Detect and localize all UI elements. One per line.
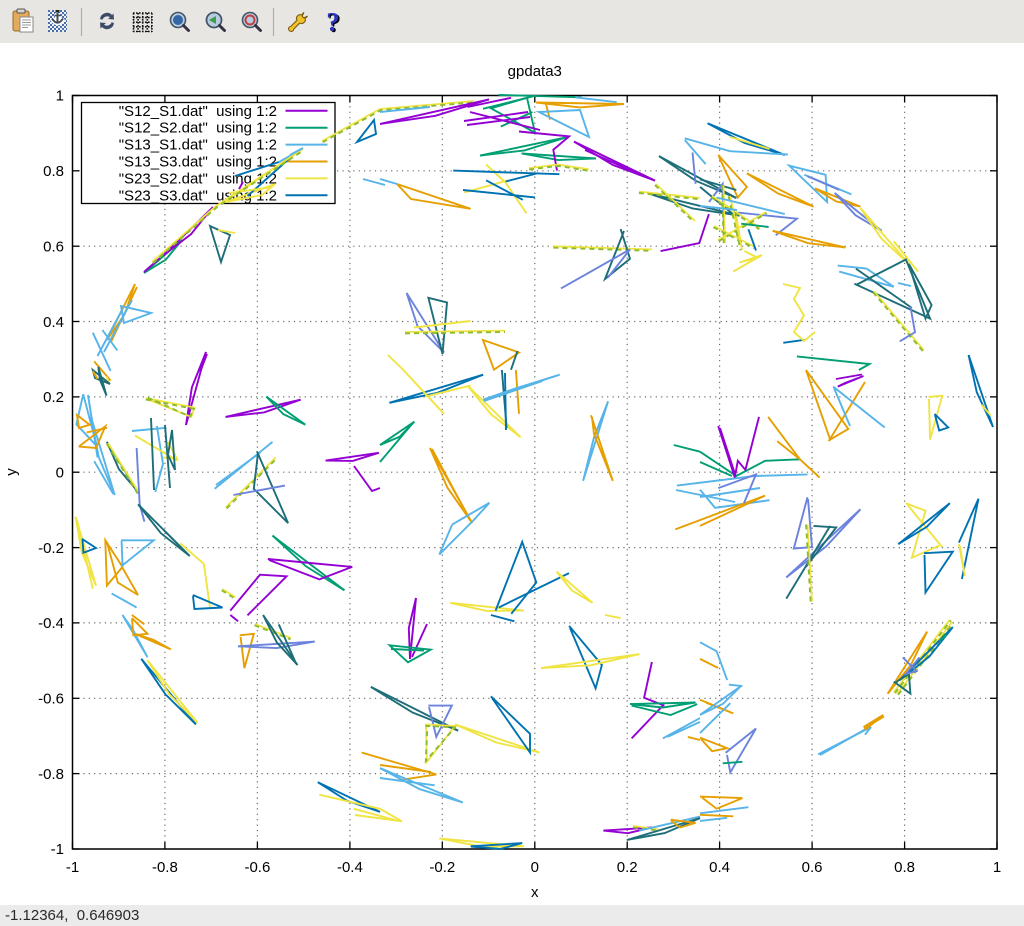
svg-text:-0.2: -0.2	[38, 540, 64, 557]
svg-text:0.4: 0.4	[43, 314, 64, 331]
svg-text:-0.6: -0.6	[244, 859, 270, 876]
svg-text:"S13_S1.dat" using 1:2: "S13_S1.dat" using 1:2	[119, 137, 277, 154]
svg-text:y: y	[3, 468, 20, 476]
svg-text:x: x	[531, 884, 539, 901]
svg-text:gpdata3: gpdata3	[508, 63, 562, 80]
svg-text:0.8: 0.8	[43, 163, 64, 180]
svg-text:0.2: 0.2	[617, 859, 638, 876]
svg-text:-0.4: -0.4	[38, 615, 64, 632]
svg-text:0: 0	[56, 464, 64, 481]
svg-text:"S13_S3.dat" using 1:2: "S13_S3.dat" using 1:2	[119, 154, 277, 171]
svg-text:1: 1	[993, 859, 1001, 876]
svg-text:-1: -1	[51, 841, 64, 858]
svg-text:-0.8: -0.8	[38, 766, 64, 783]
svg-text:1: 1	[56, 88, 64, 105]
svg-text:-0.4: -0.4	[337, 859, 363, 876]
svg-text:0.6: 0.6	[43, 238, 64, 255]
svg-text:-0.6: -0.6	[38, 691, 64, 708]
svg-text:0.6: 0.6	[802, 859, 823, 876]
svg-text:-1: -1	[66, 859, 79, 876]
svg-text:-0.8: -0.8	[152, 859, 178, 876]
svg-text:-0.2: -0.2	[429, 859, 455, 876]
svg-text:?: ?	[326, 7, 340, 37]
svg-text:"S12_S2.dat" using 1:2: "S12_S2.dat" using 1:2	[119, 120, 277, 137]
svg-text:0.2: 0.2	[43, 389, 64, 406]
svg-text:0.8: 0.8	[894, 859, 915, 876]
svg-text:"S23_S2.dat" using 1:2: "S23_S2.dat" using 1:2	[119, 170, 277, 187]
svg-text:0: 0	[531, 859, 539, 876]
svg-text:0.4: 0.4	[709, 859, 730, 876]
svg-text:"S12_S1.dat" using 1:2: "S12_S1.dat" using 1:2	[119, 103, 277, 120]
